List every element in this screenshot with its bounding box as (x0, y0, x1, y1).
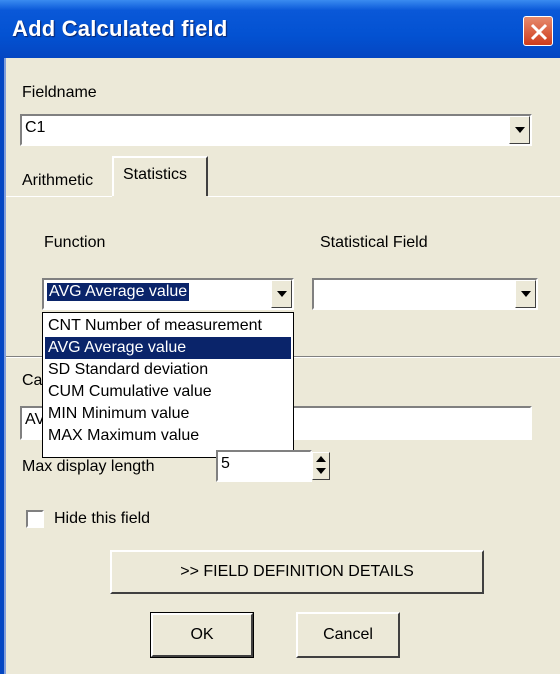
tab-statistics[interactable]: Statistics (112, 156, 208, 196)
calculation-label: Ca (22, 372, 43, 389)
list-item[interactable]: MIN Minimum value (45, 403, 291, 425)
statistical-field-combo[interactable] (312, 278, 538, 310)
window-title: Add Calculated field (12, 16, 228, 41)
list-item[interactable]: CUM Cumulative value (45, 381, 291, 403)
fieldname-label: Fieldname (22, 84, 97, 101)
function-value: AVG Average value (47, 283, 190, 301)
cancel-button[interactable]: Cancel (296, 612, 400, 658)
close-button[interactable] (523, 16, 553, 46)
spin-up-icon[interactable] (316, 456, 326, 462)
tab-arithmetic[interactable]: Arithmetic (22, 172, 93, 190)
max-display-length-value: 5 (221, 455, 230, 472)
spin-down-icon[interactable] (316, 468, 326, 474)
hide-field-checkbox[interactable] (26, 510, 44, 528)
list-item[interactable]: CNT Number of measurement (45, 315, 291, 337)
title-bar: Add Calculated field (0, 0, 560, 58)
fieldname-dropdown-button[interactable] (509, 116, 530, 144)
max-display-length-label: Max display length (22, 458, 155, 475)
close-icon (530, 23, 548, 41)
statistical-field-label: Statistical Field (320, 234, 428, 251)
statistical-field-dropdown-button[interactable] (515, 280, 536, 308)
fieldname-combo[interactable]: C1 (20, 114, 532, 146)
tab-divider (208, 196, 560, 197)
list-item[interactable]: SD Standard deviation (45, 359, 291, 381)
list-item-selected[interactable]: AVG Average value (45, 337, 291, 359)
ok-button[interactable]: OK (151, 613, 253, 657)
field-definition-details-button[interactable]: >> FIELD DEFINITION DETAILS (110, 550, 484, 594)
fieldname-value: C1 (25, 119, 46, 136)
function-dropdown-list[interactable]: CNT Number of measurement AVG Average va… (42, 312, 294, 458)
function-dropdown-button[interactable] (271, 280, 292, 308)
function-combo[interactable]: AVG Average value (42, 278, 294, 310)
hide-field-label: Hide this field (54, 510, 151, 527)
max-display-length-input[interactable]: 5 (216, 450, 312, 482)
list-item[interactable]: MAX Maximum value (45, 425, 291, 447)
window-frame-inner (4, 58, 6, 674)
tab-statistics-label: Statistics (123, 166, 188, 183)
max-display-length-spinner[interactable] (312, 452, 330, 480)
tab-divider (6, 196, 112, 197)
function-label: Function (44, 234, 106, 251)
